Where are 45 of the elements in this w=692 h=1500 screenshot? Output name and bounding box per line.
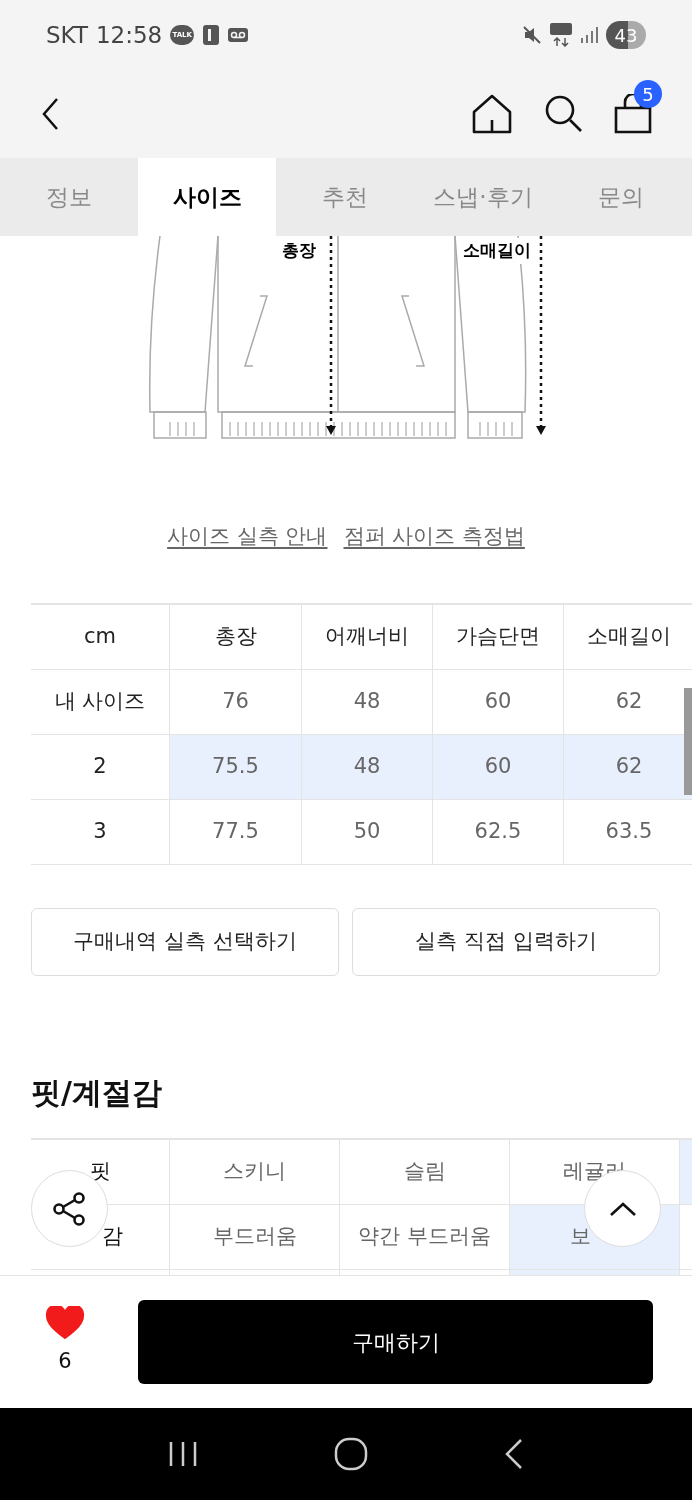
tab[interactable]: 스냅·후기 <box>414 158 552 236</box>
back-nav-button[interactable] <box>504 1438 524 1470</box>
table-cell: 48 <box>302 735 433 799</box>
share-icon <box>51 1190 88 1227</box>
b-logo-icon <box>202 24 221 46</box>
search-icon <box>544 94 584 134</box>
recent-apps-icon <box>168 1440 198 1468</box>
guide-link[interactable]: 점퍼 사이즈 측정법 <box>343 521 525 553</box>
tab[interactable]: 추천 <box>276 158 414 236</box>
voicemail-icon <box>228 28 249 42</box>
search-button[interactable] <box>544 94 584 134</box>
guide-link[interactable]: 사이즈 실측 안내 <box>167 521 328 553</box>
tab[interactable]: 문의 <box>552 158 690 236</box>
signal-icon <box>580 26 598 44</box>
column-header: 어깨너비 <box>302 605 433 669</box>
column-header: 소매길이 <box>564 605 692 669</box>
section-title: 핏/계절감 <box>30 1074 163 1112</box>
carrier-text: SKT <box>46 20 88 50</box>
column-header: 가슴단면 <box>433 605 564 669</box>
table-cell: 60 <box>433 735 564 799</box>
column-header: 총장 <box>170 605 302 669</box>
home-icon <box>472 94 512 134</box>
clock-text: 12:58 <box>95 20 163 50</box>
buy-button[interactable]: 구매하기 <box>138 1300 653 1384</box>
back-icon <box>40 97 60 131</box>
column-header: cm <box>31 605 170 669</box>
home-button[interactable] <box>472 94 512 134</box>
cart-button[interactable]: 5 <box>614 80 662 134</box>
scrollbar[interactable] <box>684 688 692 795</box>
recent-apps-button[interactable] <box>168 1440 198 1468</box>
network-5g-icon <box>550 23 572 47</box>
size-option-button[interactable]: 구매내역 실측 선택하기 <box>31 908 339 976</box>
battery-indicator: 43 <box>606 21 646 49</box>
home-nav-button[interactable] <box>334 1437 368 1471</box>
tab[interactable]: 사이즈 <box>138 158 276 236</box>
table-cell: 75.5 <box>170 735 302 799</box>
cart-count-badge: 5 <box>634 80 662 108</box>
like-button[interactable]: 6 <box>0 1300 138 1384</box>
chevron-up-icon <box>608 1200 637 1217</box>
table-cell: 62 <box>564 735 692 799</box>
mute-icon <box>522 25 542 45</box>
tab[interactable]: 정보 <box>0 158 138 236</box>
size-option-button[interactable]: 실측 직접 입력하기 <box>352 908 660 976</box>
back-icon <box>504 1438 524 1470</box>
measure-label: 소매길이 <box>463 238 531 264</box>
